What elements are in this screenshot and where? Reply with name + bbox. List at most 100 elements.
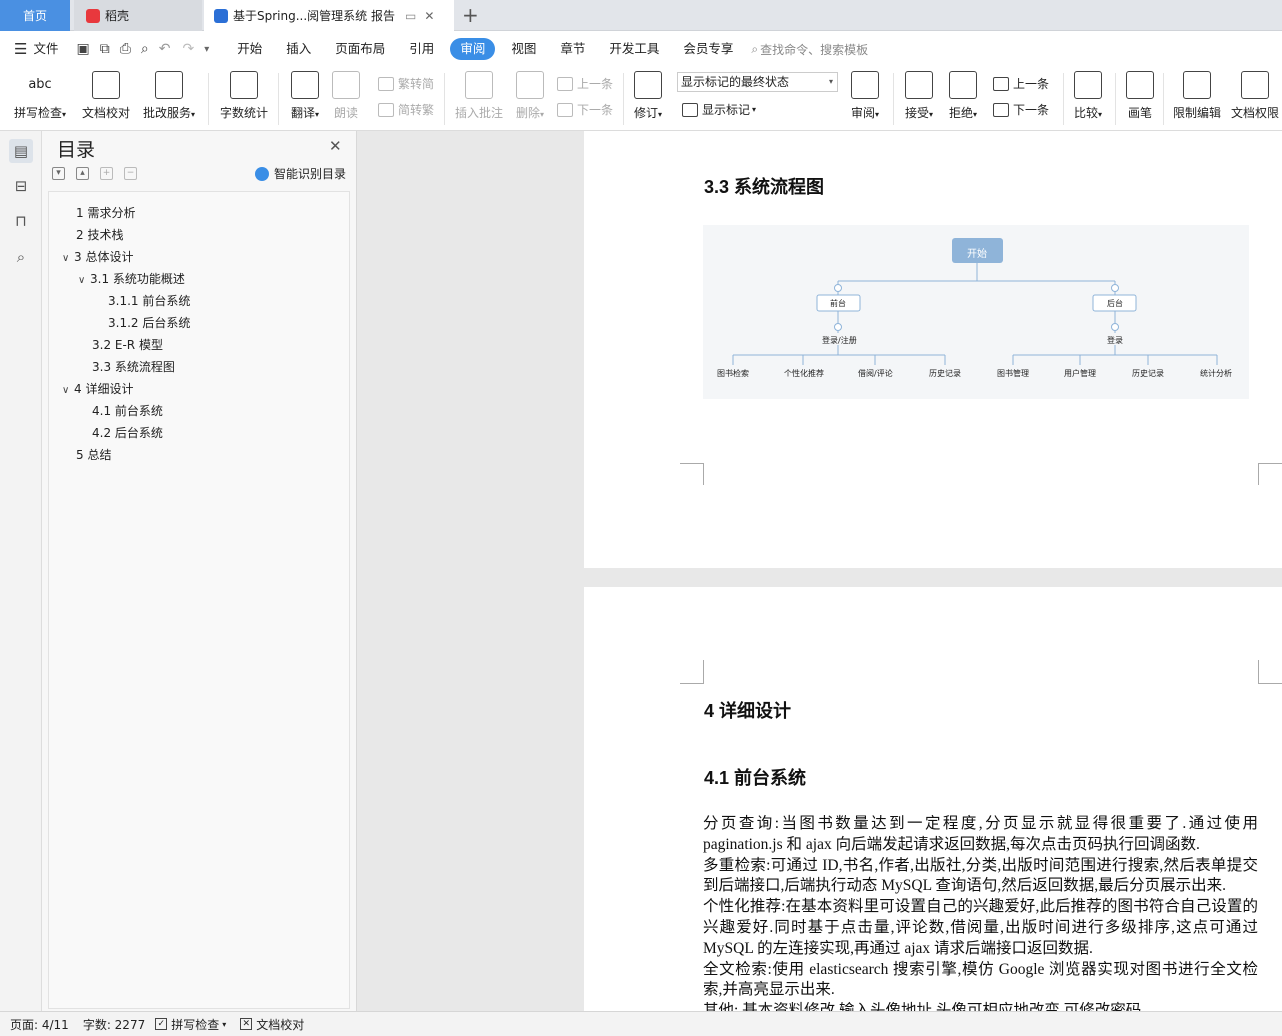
correction-service-button[interactable]: 批改服务▾ (138, 71, 200, 121)
chevron-down-icon[interactable]: ∨ (78, 275, 90, 286)
close-icon[interactable]: ✕ (329, 137, 342, 155)
document-canvas[interactable]: 3.3 系统流程图 开始 前台 后台 登录/注册 登录 图书检索 个性化推荐 借… (357, 131, 1282, 1011)
next-change-button[interactable]: 下一条 (993, 101, 1049, 118)
word-count-button[interactable]: 字数统计 (216, 71, 272, 121)
toc-item[interactable]: 3.3 系统流程图 (92, 358, 175, 375)
find-icon[interactable]: ⌕ (9, 245, 33, 269)
read-aloud-icon (332, 71, 360, 99)
toc-panel-icon[interactable]: ▤ (9, 139, 33, 163)
toc-item[interactable]: 3.1.1 前台系统 (108, 292, 190, 309)
menu-chapter[interactable]: 章节 (548, 38, 597, 60)
menu-layout[interactable]: 页面布局 (323, 38, 397, 60)
redo-icon[interactable]: ↷ (182, 41, 194, 57)
next-comment-button[interactable]: 下一条 (557, 101, 613, 118)
menu-member[interactable]: 会员专享 (671, 38, 745, 60)
flow-node-login-register: 登录/注册 (822, 336, 857, 345)
pin-icon[interactable]: ▭ (405, 9, 416, 23)
divider (208, 73, 209, 125)
toc-item[interactable]: ∨ 3 总体设计 (62, 248, 133, 265)
prev-comment-button[interactable]: 上一条 (557, 75, 613, 92)
doc-permission-button[interactable]: 文档权限 (1229, 71, 1281, 121)
export-icon[interactable]: ⧉ (100, 41, 110, 57)
flow-leaf: 图书检索 (717, 369, 749, 378)
page-indicator[interactable]: 页面: 4/11 (10, 1016, 69, 1033)
bookmark-icon[interactable]: ⊓ (9, 209, 33, 233)
review-pane-button[interactable]: 审阅▾ (846, 71, 884, 121)
tab-daoke[interactable]: 稻壳 (74, 0, 202, 31)
toc-item[interactable]: ∨ 4 详细设计 (62, 380, 133, 397)
prev-change-button[interactable]: 上一条 (993, 75, 1049, 92)
toc-title: 目录 (57, 139, 96, 161)
menu-devtools[interactable]: 开发工具 (597, 38, 671, 60)
flow-leaf: 统计分析 (1200, 369, 1232, 378)
next-comment-label: 下一条 (577, 103, 614, 117)
insert-comment-button[interactable]: 插入批注 (450, 71, 508, 121)
collapse-all-icon[interactable]: ▾ (52, 167, 65, 180)
menu-reference[interactable]: 引用 (397, 38, 446, 60)
show-markup-button[interactable]: 显示标记 ▾ (682, 101, 756, 118)
toc-item[interactable]: 3.2 E-R 模型 (92, 336, 163, 353)
menu-file[interactable]: 文件 (27, 38, 70, 60)
toc-item[interactable]: ∨ 3.1 系统功能概述 (78, 270, 185, 287)
toc-item[interactable]: 4.1 前台系统 (92, 402, 163, 419)
menu-start[interactable]: 开始 (225, 38, 274, 60)
insert-comment-label: 插入批注 (454, 106, 503, 120)
toc-item[interactable]: 2 技术栈 (76, 226, 123, 243)
simp-to-trad-button[interactable]: 简转繁 (378, 101, 434, 118)
save-icon[interactable]: ▣ (76, 41, 89, 57)
expand-up-icon[interactable]: ▴ (76, 167, 89, 180)
menu-view[interactable]: 视图 (499, 38, 548, 60)
flow-node-back: 后台 (1107, 299, 1123, 308)
flow-leaf: 历史记录 (1132, 369, 1164, 378)
print-icon[interactable]: ⎙ (120, 41, 131, 57)
command-search[interactable]: 查找命令、搜索模板 (760, 41, 868, 58)
translate-button[interactable]: 翻译▾ (284, 71, 326, 121)
comment-icon (465, 71, 493, 99)
promote-icon[interactable]: + (100, 167, 113, 180)
pen-label: 画笔 (1127, 106, 1152, 120)
toc-item[interactable]: 1 需求分析 (76, 204, 135, 221)
proofread-button[interactable]: 文档校对 (78, 71, 134, 121)
menu-review[interactable]: 审阅 (450, 38, 496, 60)
new-tab-icon[interactable]: + (462, 3, 479, 27)
demote-icon[interactable]: − (124, 167, 137, 180)
section-heading: 3.3 系统流程图 (704, 177, 825, 197)
document-page[interactable]: 3.3 系统流程图 开始 前台 后台 登录/注册 登录 图书检索 个性化推荐 借… (584, 131, 1282, 568)
compare-button[interactable]: 比较▾ (1069, 71, 1107, 121)
chevron-down-icon[interactable]: ∨ (62, 253, 74, 264)
spell-check-button[interactable]: abc 拼写检查▾ (10, 71, 70, 121)
tab-document[interactable]: 基于Spring...阅管理系统 报告 ▭ ✕ (204, 0, 454, 31)
document-page[interactable]: 4 详细设计 4.1 前台系统 分页查询:当图书数量达到一定程度,分页显示就显得… (584, 587, 1282, 1011)
revise-button[interactable]: 修订▾ (630, 71, 666, 121)
proofread-status-icon: ✕ (240, 1018, 253, 1030)
read-aloud-button[interactable]: 朗读 (330, 71, 362, 121)
flow-node-login: 登录 (1107, 336, 1123, 345)
trad-to-simp-button[interactable]: 繁转简 (378, 75, 434, 92)
next-change-label: 下一条 (1013, 103, 1050, 117)
chevron-down-icon[interactable]: ∨ (62, 385, 74, 396)
close-tab-icon[interactable]: ✕ (424, 9, 434, 23)
section-heading: 4.1 前台系统 (704, 768, 807, 788)
smart-toc-button[interactable]: 智能识别目录 (255, 165, 346, 182)
toc-item[interactable]: 3.1.2 后台系统 (108, 314, 190, 331)
reject-button[interactable]: 拒绝▾ (944, 71, 982, 121)
restrict-edit-button[interactable]: 限制编辑 (1169, 71, 1225, 121)
toc-item[interactable]: 4.2 后台系统 (92, 424, 163, 441)
toc-item[interactable]: 5 总结 (76, 446, 111, 463)
menu-insert[interactable]: 插入 (274, 38, 323, 60)
pen-button[interactable]: 画笔 (1122, 71, 1158, 121)
word-count-status[interactable]: 字数: 2277 (83, 1016, 145, 1033)
accept-button[interactable]: 接受▾ (900, 71, 938, 121)
spell-check-status[interactable]: ✓ 拼写检查 ▾ (155, 1016, 226, 1033)
hamburger-icon[interactable]: ☰ (14, 40, 27, 58)
undo-icon[interactable]: ↶ (159, 41, 171, 57)
more-quick-icon[interactable]: ▾ (204, 44, 209, 55)
revise-label: 修订 (633, 106, 658, 120)
preview-icon[interactable]: ⌕ (141, 41, 149, 57)
proofread-status[interactable]: ✕ 文档校对 (240, 1016, 304, 1033)
translate-icon (291, 71, 319, 99)
delete-comment-button[interactable]: 删除▾ (510, 71, 550, 121)
navigation-icon[interactable]: ⊟ (9, 174, 33, 198)
markup-state-select[interactable]: 显示标记的最终状态 ▾ (677, 72, 838, 92)
tab-home[interactable]: 首页 (0, 0, 70, 31)
